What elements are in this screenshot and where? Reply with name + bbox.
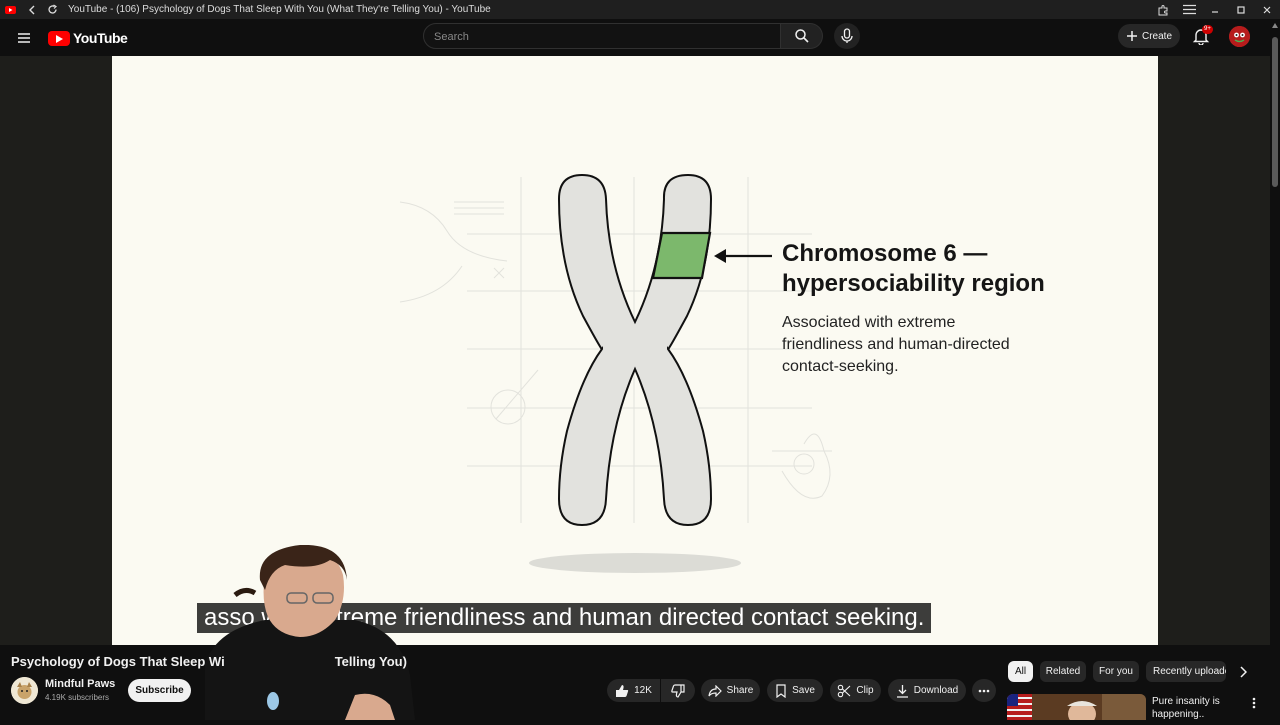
youtube-logo[interactable]: YouTube [48,28,128,48]
recommendation-thumbnail[interactable] [1007,694,1146,720]
subscribe-button[interactable]: Subscribe [128,679,191,702]
window-title: YouTube - (106) Psychology of Dogs That … [68,4,491,15]
youtube-tab-icon [4,4,16,16]
more-horizontal-icon [978,689,990,692]
bookmark-icon [776,683,786,698]
account-avatar[interactable] [1229,26,1250,47]
extensions-icon[interactable] [1156,3,1170,17]
minimize-icon[interactable] [1208,3,1222,17]
youtube-play-icon [48,30,70,46]
slide-heading: Chromosome 6 — hypersociability region [782,240,1045,297]
browser-title-bar: YouTube - (106) Psychology of Dogs That … [0,0,1280,19]
hamburger-icon [18,33,30,43]
browser-menu-icon[interactable] [1182,3,1196,17]
search-box [423,23,781,50]
maximize-icon[interactable] [1234,3,1248,17]
clip-label: Clip [856,685,874,696]
scissors-icon [838,684,851,697]
create-button[interactable]: Create [1118,24,1180,48]
dislike-button[interactable] [661,679,695,702]
microphone-icon [841,28,853,43]
channel-subscriber-count: 4.19K subscribers [45,693,110,702]
voice-search-button[interactable] [834,23,860,49]
search-icon [794,29,809,43]
like-count: 12K [634,685,652,696]
chevron-right-icon[interactable] [1236,665,1250,679]
thumbs-down-icon [671,683,685,698]
clip-button[interactable]: Clip [830,679,881,702]
download-button[interactable]: Download [888,679,966,702]
search-button[interactable] [781,23,823,49]
logo-text: YouTube [73,30,128,46]
more-vertical-icon[interactable] [1248,695,1260,711]
chip-all[interactable]: All [1008,661,1033,682]
thumbs-up-icon [616,684,629,697]
reload-icon[interactable] [46,4,58,16]
plus-icon [1126,31,1137,41]
chip-recently-uploaded[interactable]: Recently uploaded [1146,661,1226,682]
guide-menu-button[interactable] [14,28,34,48]
save-button[interactable]: Save [767,679,823,702]
chip-related[interactable]: Related [1040,661,1086,682]
scrollbar-thumb[interactable] [1272,37,1278,187]
slide-body-text: Associated with extreme friendliness and… [782,314,1010,375]
channel-name[interactable]: Mindful Paws [45,678,115,690]
share-label: Share [726,685,754,696]
video-title: Psychology of Dogs That Sleep Wi Telling … [11,654,407,669]
video-player[interactable]: Chromosome 6 — hypersociability region A… [0,56,1270,645]
chip-for-you[interactable]: For you [1093,661,1139,682]
create-label: Create [1141,30,1172,42]
like-button[interactable]: 12K [607,679,660,702]
youtube-masthead: YouTube Create 9+ [0,19,1280,56]
recommendation-title[interactable]: Pure insanity is happening.. [1152,695,1220,721]
share-icon [708,684,722,697]
notification-badge: 9+ [1202,25,1213,34]
download-icon [896,684,908,698]
download-label: Download [913,685,959,696]
scroll-up-icon[interactable] [1272,23,1278,28]
share-button[interactable]: Share [701,679,760,702]
channel-avatar[interactable] [11,677,38,704]
back-icon[interactable] [26,4,38,16]
close-icon[interactable] [1260,3,1274,17]
search-input[interactable] [424,24,756,50]
more-actions-button[interactable] [972,679,996,702]
page-scrollbar[interactable] [1270,19,1280,720]
presenter-webcam-overlay [205,544,415,720]
save-label: Save [792,685,815,696]
